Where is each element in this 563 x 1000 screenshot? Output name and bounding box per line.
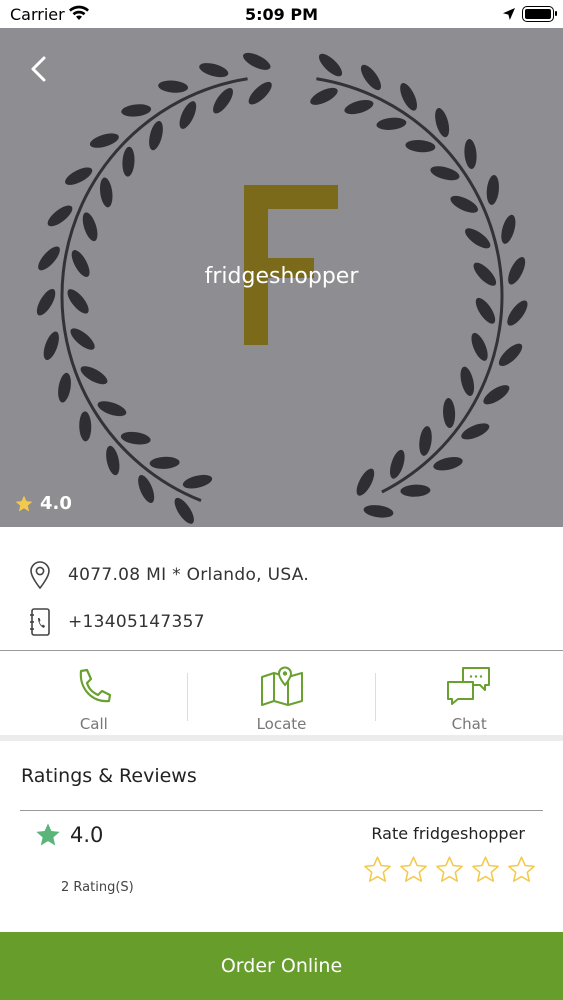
- battery-icon: [522, 6, 557, 22]
- rate-star-row: [362, 854, 537, 885]
- phone-book-icon: [30, 608, 50, 636]
- locate-label: Locate: [256, 715, 307, 733]
- divider: [20, 810, 543, 811]
- store-phone: +13405147357: [68, 612, 205, 632]
- average-rating-value: 4.0: [70, 823, 104, 847]
- location-arrow-icon: [503, 8, 515, 20]
- rate-star-button[interactable]: [506, 854, 537, 885]
- chat-button[interactable]: Chat: [375, 651, 563, 735]
- rate-star-button[interactable]: [362, 854, 393, 885]
- status-bar: Carrier 5:09 PM: [0, 0, 563, 28]
- clock: 5:09 PM: [244, 5, 318, 24]
- back-button[interactable]: [24, 52, 54, 86]
- chevron-left-icon: [31, 56, 46, 82]
- star-outline-icon: [508, 856, 535, 882]
- order-online-button[interactable]: Order Online: [0, 932, 563, 1000]
- rate-star-button[interactable]: [434, 854, 465, 885]
- map-icon: [260, 666, 303, 706]
- call-label: Call: [79, 715, 108, 733]
- chat-label: Chat: [451, 715, 487, 733]
- section-separator: [0, 735, 563, 741]
- store-address: 4077.08 MI * Orlando, USA.: [68, 565, 310, 585]
- star-outline-icon: [400, 856, 427, 882]
- locate-button[interactable]: Locate: [188, 651, 376, 735]
- star-outline-icon: [472, 856, 499, 882]
- store-hero-image: fridgeshopper 4.0: [0, 28, 563, 527]
- rate-star-button[interactable]: [470, 854, 501, 885]
- address-row: 4077.08 MI * Orlando, USA.: [28, 560, 309, 590]
- star-icon: [36, 823, 60, 846]
- phone-icon: [79, 668, 111, 703]
- hero-rating: 4.0: [14, 493, 72, 514]
- rate-store-label: Rate fridgeshopper: [371, 824, 525, 843]
- phone-row[interactable]: +13405147357: [28, 607, 205, 637]
- star-outline-icon: [436, 856, 463, 882]
- reviews-heading: Ratings & Reviews: [21, 765, 197, 787]
- action-bar: Call Locate Chat: [0, 651, 563, 735]
- rate-star-button[interactable]: [398, 854, 429, 885]
- location-pin-icon: [30, 561, 50, 590]
- call-button[interactable]: Call: [0, 651, 188, 735]
- average-rating: 4.0: [34, 821, 103, 849]
- rating-count: 2 Rating(S): [61, 880, 134, 895]
- hero-rating-value: 4.0: [40, 493, 72, 514]
- chat-icon: [447, 667, 491, 705]
- store-name: fridgeshopper: [204, 264, 359, 289]
- star-outline-icon: [364, 856, 391, 882]
- star-icon: [15, 495, 33, 511]
